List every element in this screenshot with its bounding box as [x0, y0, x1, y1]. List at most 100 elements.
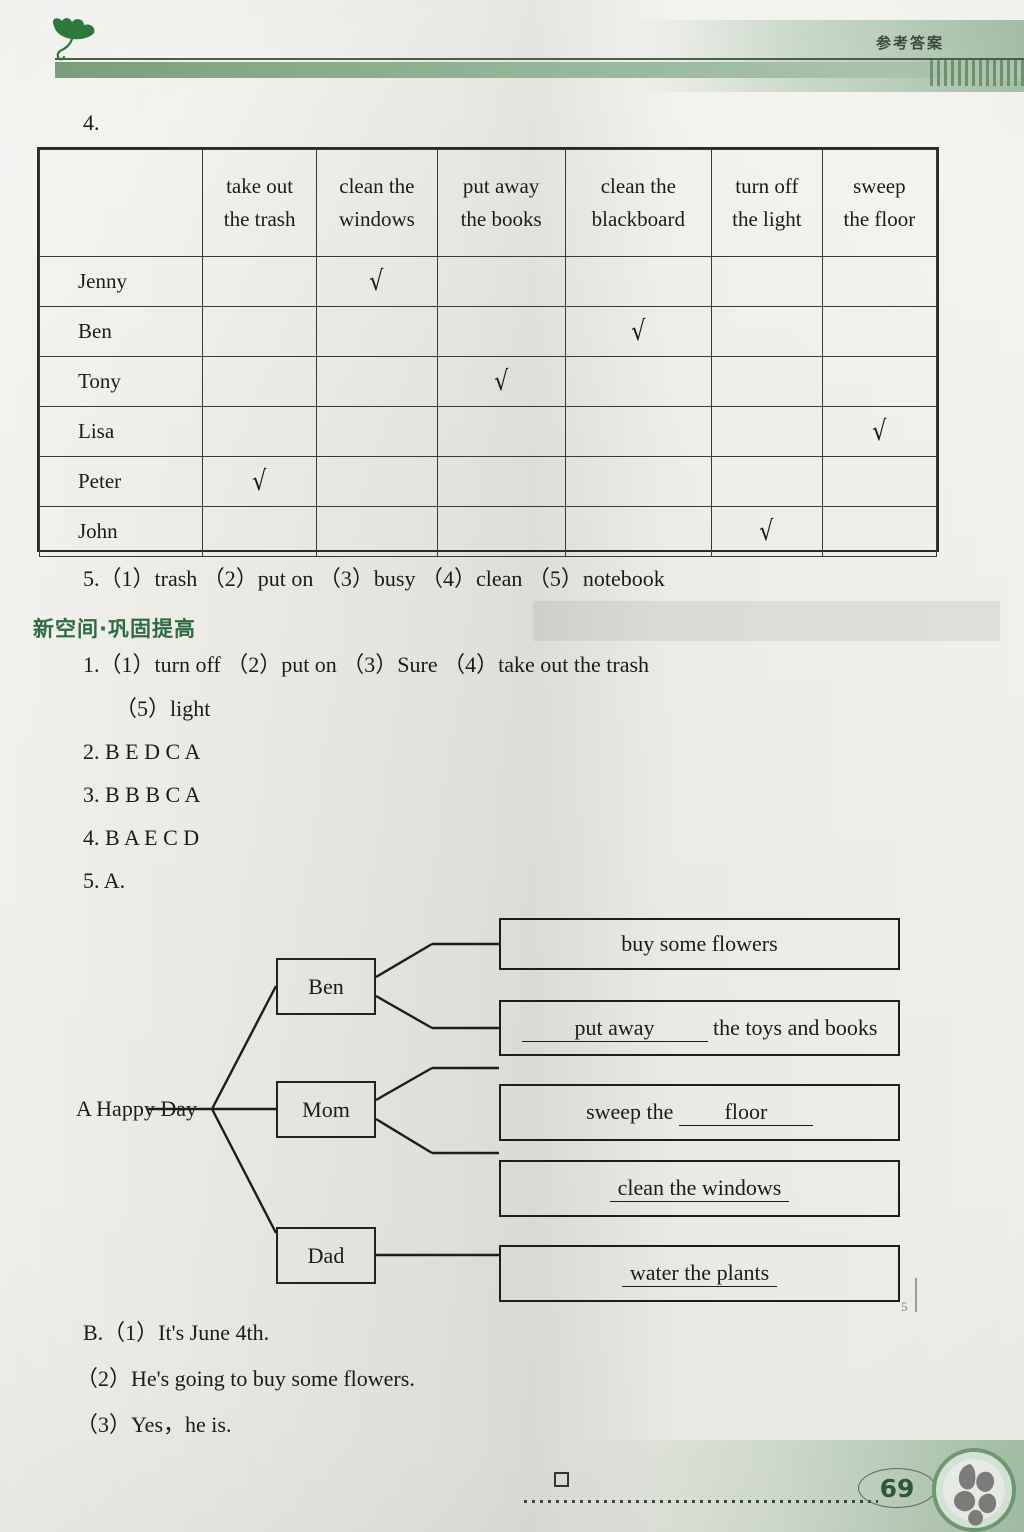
- table-header-cell-take-out-trash: take out the trash: [201, 149, 318, 257]
- table-row: John √: [39, 506, 938, 557]
- table-cell-empty: [710, 456, 823, 507]
- answer-box-sweep-the-floor[interactable]: sweep the floor: [499, 1084, 900, 1141]
- header-line-2: windows: [338, 207, 415, 231]
- table-cell-empty: [316, 306, 438, 357]
- table-cell-empty: [564, 406, 712, 457]
- answer-box-put-away-toys[interactable]: put away the toys and books: [499, 1000, 900, 1056]
- table-row: Jenny √: [39, 256, 938, 307]
- table-cell-name: Ben: [39, 306, 203, 357]
- table-cell-checked: √: [564, 306, 712, 357]
- header-line-2: the floor: [843, 207, 916, 231]
- page-number: 69: [858, 1468, 936, 1508]
- table-cell-empty: [316, 456, 438, 507]
- header-line-2: blackboard: [591, 207, 685, 231]
- diagram-node-label: Mom: [302, 1096, 350, 1122]
- diagram-node-label: Dad: [307, 1242, 345, 1268]
- header-title: 参考答案: [875, 34, 944, 52]
- table-cell-empty: [710, 406, 823, 457]
- answer-box-water-the-plants[interactable]: water the plants: [499, 1245, 900, 1302]
- table-cell-empty: [710, 256, 823, 307]
- ginkgo-leaf-icon: [52, 18, 95, 61]
- table-cell-empty: [201, 356, 318, 407]
- table-row: Tony √: [39, 356, 938, 407]
- checkmark-icon: √: [368, 265, 385, 298]
- header-line-1: sweep: [853, 174, 906, 199]
- table-cell-name: Lisa: [39, 406, 203, 457]
- answer-box-blank: buy some flowers: [621, 931, 778, 956]
- table-cell-checked: √: [316, 256, 438, 307]
- chores-table: take out the trash clean the windows put…: [37, 147, 939, 557]
- table-cell-checked: √: [436, 356, 566, 407]
- table-cell-empty: [821, 456, 938, 507]
- table-cell-name: John: [39, 506, 203, 557]
- table-cell-empty: [316, 406, 438, 457]
- page-header: 参考答案: [0, 0, 1024, 92]
- diagram-root-label: A Happy Day: [76, 1096, 197, 1121]
- partB-line-2: （2）He's going to buy some flowers.: [76, 1366, 415, 1391]
- section-heading: 新空间·巩固提高: [33, 617, 196, 641]
- table-cell-empty: [201, 406, 318, 457]
- header-line-1: take out: [226, 174, 294, 199]
- checkmark-icon: √: [871, 415, 888, 448]
- answer-box-blank: water the plants: [621, 1260, 778, 1287]
- table-row: Ben √: [39, 306, 938, 357]
- table-cell-checked: √: [821, 406, 938, 457]
- happy-day-diagram: A Happy Day Ben Mom Dad buy some flowers…: [0, 900, 1024, 1320]
- table-cell-empty: [201, 306, 318, 357]
- diagram-node-dad[interactable]: Dad: [276, 1227, 376, 1284]
- header-line-1: turn off: [735, 174, 799, 199]
- table-header-cell-turn-off-light: turn off the light: [710, 149, 823, 257]
- table-cell-checked: √: [201, 456, 318, 507]
- exercise-4-number: 4.: [83, 110, 100, 135]
- table-body: Jenny √ Ben √ Tony √ Lisa √ Peter √ John √: [39, 256, 938, 557]
- answer-item-1-line-1: 1.（1）turn off （2）put on （3）Sure （4）take …: [83, 652, 650, 677]
- table-cell-empty: [821, 356, 938, 407]
- answer-box-buy-some-flowers[interactable]: buy some flowers: [499, 918, 900, 970]
- partB-line-1: B.（1）It's June 4th.: [83, 1320, 270, 1345]
- table-header-cell-clean-windows: clean the windows: [316, 149, 438, 257]
- table-cell-empty: [821, 506, 938, 557]
- header-line-2: the light: [732, 207, 802, 231]
- answer-box-prefix: sweep the: [586, 1099, 679, 1124]
- exercise-5-answers: 5.（1）trash （2）put on （3）busy （4）clean （5…: [83, 566, 665, 591]
- checkmark-icon: √: [630, 315, 647, 348]
- table-cell-checked: √: [710, 506, 823, 557]
- answer-box-clean-the-windows[interactable]: clean the windows: [499, 1160, 900, 1217]
- header-line-1: put away: [462, 174, 540, 199]
- table-header-row: take out the trash clean the windows put…: [39, 149, 938, 257]
- table-cell-empty: [564, 506, 712, 557]
- answer-box-blank: put away: [521, 1015, 708, 1042]
- partB-line-3: （3）Yes，he is.: [76, 1412, 232, 1437]
- table-header-cell-sweep-floor: sweep the floor: [821, 149, 938, 257]
- diagram-node-ben[interactable]: Ben: [276, 958, 376, 1015]
- flower-emblem-icon: [932, 1448, 1016, 1532]
- table-cell-empty: [316, 356, 438, 407]
- answer-item-4: 4. B A E C D: [83, 825, 200, 850]
- diagram-node-mom[interactable]: Mom: [276, 1081, 376, 1138]
- table-cell-empty: [710, 306, 823, 357]
- table-cell-empty: [201, 506, 318, 557]
- table-cell-empty: [436, 456, 566, 507]
- header-bar: [55, 62, 1024, 78]
- footer-dotted-rule: [524, 1500, 878, 1503]
- header-line-2: the trash: [223, 207, 296, 231]
- table-cell-empty: [821, 306, 938, 357]
- header-line-2: the books: [460, 207, 542, 231]
- table-cell-empty: [564, 456, 712, 507]
- table-header-cell-clean-blackboard: clean the blackboard: [564, 149, 712, 257]
- table-cell-empty: [564, 256, 712, 307]
- checkmark-icon: √: [758, 515, 775, 548]
- diagram-node-label: Ben: [308, 973, 344, 999]
- answer-box-suffix: the toys and books: [707, 1014, 878, 1040]
- table-cell-empty: [564, 356, 712, 407]
- header-line-1: clean the: [339, 174, 415, 199]
- answer-box-blank: clean the windows: [609, 1175, 790, 1202]
- answer-item-3: 3. B B B C A: [83, 782, 201, 807]
- scan-grey-patch: [533, 601, 1000, 641]
- answer-item-1-line-2: （5）light: [115, 696, 211, 721]
- header-teeth-pattern: [930, 60, 1024, 86]
- margin-mark-bar: [915, 1278, 917, 1312]
- table-cell-empty: [201, 256, 318, 307]
- table-header-cell-empty: [39, 149, 203, 257]
- answer-item-5: 5. A.: [83, 868, 126, 893]
